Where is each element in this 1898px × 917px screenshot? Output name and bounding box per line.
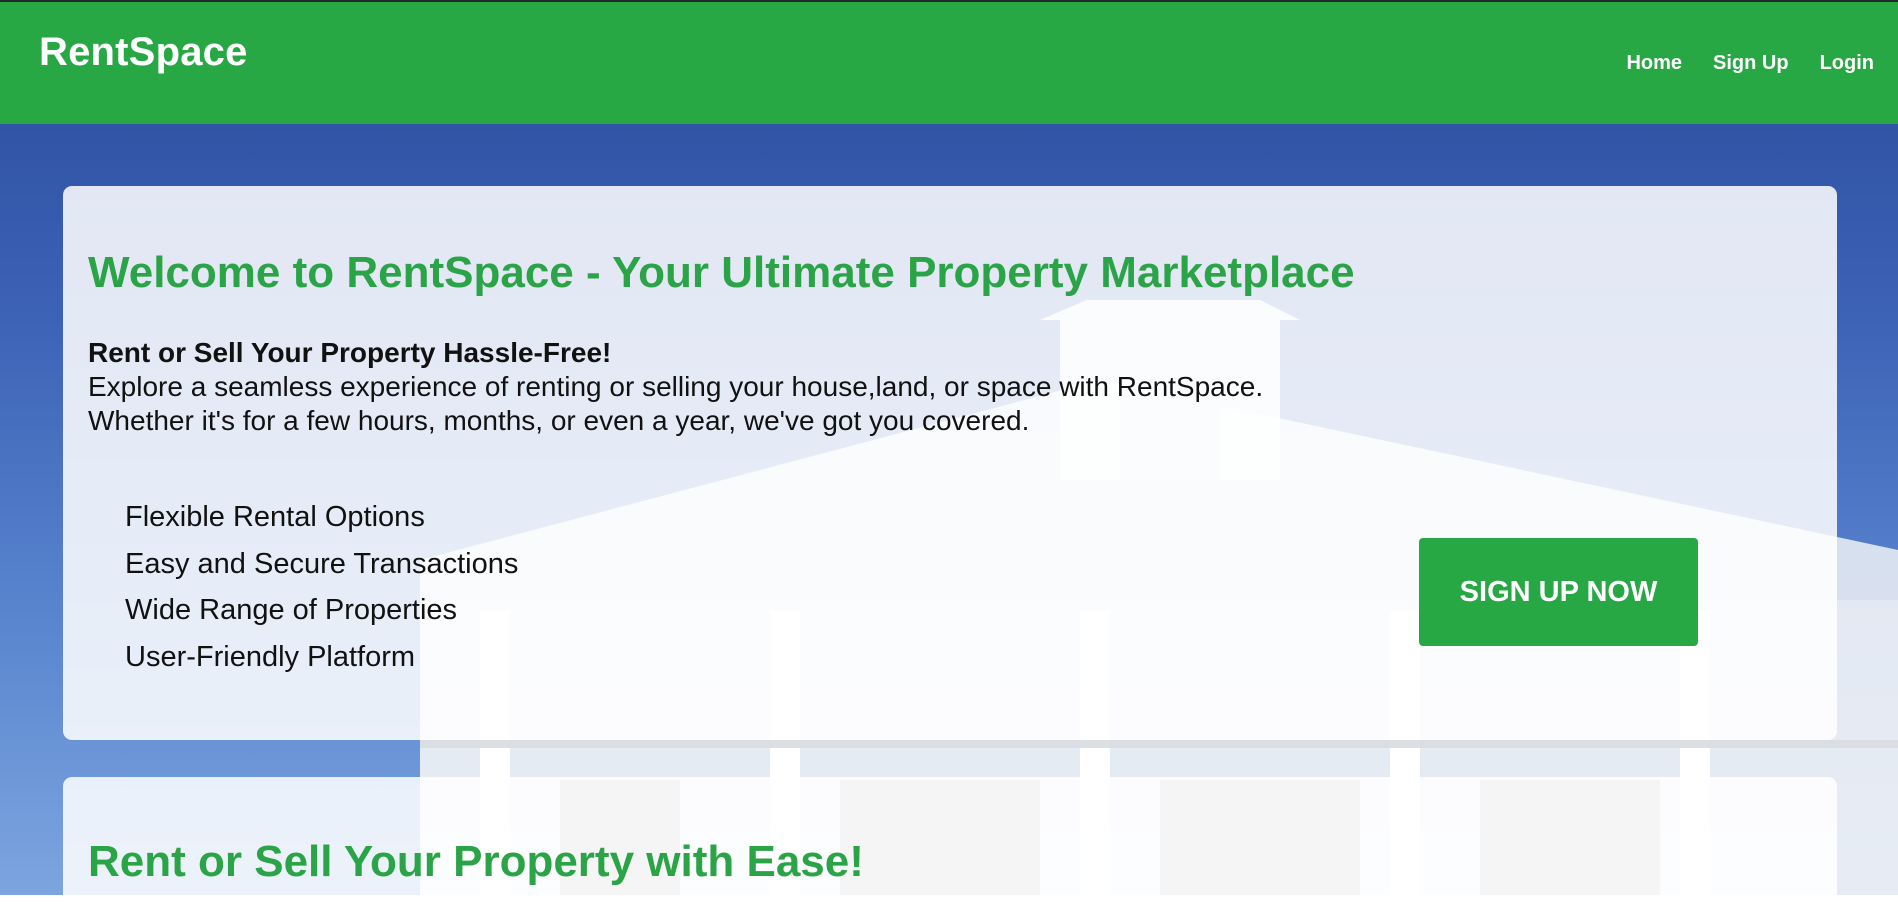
section-title: Rent or Sell Your Property with Ease! [88, 837, 864, 886]
nav-signup-link[interactable]: Sign Up [1713, 52, 1789, 75]
feature-item: Easy and Secure Transactions [125, 547, 519, 580]
feature-item: Wide Range of Properties [125, 594, 458, 626]
hero-subtitle: Rent or Sell Your Property Hassle-Free! [88, 337, 612, 368]
feature-item: User-Friendly Platform [125, 640, 416, 673]
main-nav: Home Sign Up Login [1626, 52, 1874, 75]
hero-card: Welcome to RentSpace - Your Ultimate Pro… [63, 186, 1837, 740]
brand-logo[interactable]: RentSpace [39, 30, 248, 75]
hero-title: Welcome to RentSpace - Your Ultimate Pro… [88, 248, 1355, 297]
hero-description-line2: Whether it's for a few hours, months, or… [88, 405, 1030, 436]
top-navbar: RentSpace Home Sign Up Login [0, 0, 1898, 124]
feature-list: Flexible Rental Options Easy and Secure … [125, 494, 518, 680]
nav-login-link[interactable]: Login [1820, 52, 1874, 75]
nav-home-link[interactable]: Home [1626, 52, 1682, 75]
hero-intro: Rent or Sell Your Property Hassle-Free! … [88, 336, 1263, 438]
signup-now-button[interactable]: SIGN UP NOW [1419, 538, 1698, 646]
sell-card: Rent or Sell Your Property with Ease! [63, 777, 1837, 917]
feature-item: Flexible Rental Options [125, 501, 425, 533]
hero-description-line1: Explore a seamless experience of renting… [88, 371, 1264, 402]
